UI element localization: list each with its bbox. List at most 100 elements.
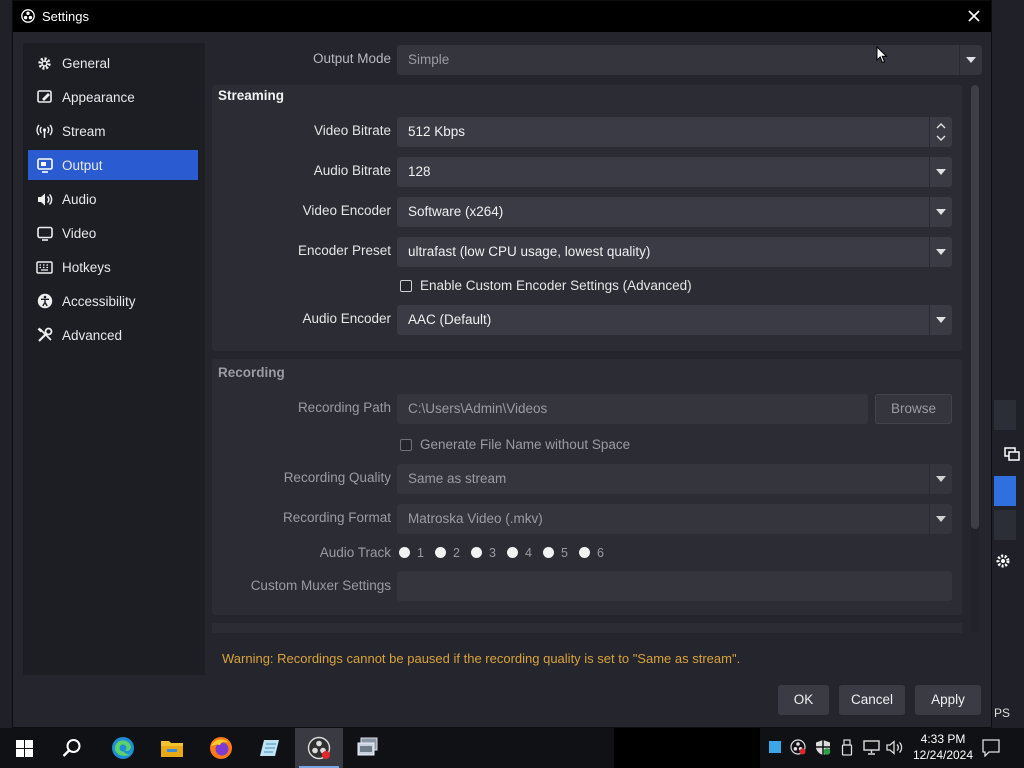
sidebar-item-label: Output (62, 157, 103, 173)
audio-encoder-dropdown[interactable]: AAC (Default) (397, 305, 952, 335)
recording-quality-value: Same as stream (408, 471, 507, 486)
sidebar-item-appearance[interactable]: Appearance (28, 82, 198, 112)
audio-track-radio-1[interactable] (399, 547, 410, 558)
recording-path-label: Recording Path (297, 400, 391, 415)
scrollbar-thumb[interactable] (971, 85, 979, 529)
replay-buffer-group-edge (212, 623, 962, 633)
windows-start-icon[interactable] (0, 728, 48, 768)
custom-muxer-input[interactable] (397, 571, 952, 601)
background-selected-item (994, 476, 1016, 506)
audio-track-radio-6[interactable] (579, 547, 590, 558)
chevron-down-icon (959, 45, 982, 75)
tools-icon (36, 327, 53, 344)
sidebar-item-label: Stream (62, 123, 106, 139)
file-explorer-icon[interactable] (148, 728, 196, 768)
recording-group-title: Recording (218, 365, 285, 380)
recording-path-input[interactable]: C:\Users\Admin\Videos (397, 394, 868, 424)
background-app-left (0, 0, 12, 728)
security-icon[interactable] (815, 739, 831, 761)
chevron-down-icon (929, 157, 952, 187)
recording-format-value: Matroska Video (.mkv) (408, 511, 543, 526)
audio-track-label-5: 5 (561, 546, 568, 560)
apply-button[interactable]: Apply (915, 685, 981, 715)
audio-track-radio-4[interactable] (507, 547, 518, 558)
audio-track-radio-2[interactable] (435, 547, 446, 558)
usb-icon[interactable] (841, 739, 853, 761)
encoder-preset-label: Encoder Preset (297, 243, 391, 258)
audio-track-radio-5[interactable] (543, 547, 554, 558)
audio-encoder-label: Audio Encoder (302, 311, 391, 326)
sidebar-item-accessibility[interactable]: Accessibility (28, 286, 198, 316)
gear-icon (36, 55, 53, 72)
output-mode-dropdown[interactable]: Simple (397, 45, 982, 75)
tray-app-icon[interactable] (769, 741, 781, 753)
audio-track-label: Audio Track (319, 545, 391, 560)
ok-button[interactable]: OK (778, 685, 829, 715)
bitrate-stepper[interactable] (929, 117, 952, 147)
audio-bitrate-value: 128 (408, 164, 431, 179)
streaming-group-title: Streaming (218, 88, 285, 103)
recording-quality-dropdown[interactable]: Same as stream (397, 464, 952, 494)
search-icon[interactable] (48, 728, 96, 768)
warning-text: Warning: Recordings cannot be paused if … (222, 651, 741, 666)
tray-obs-icon[interactable] (790, 739, 806, 760)
sidebar-item-label: Hotkeys (62, 259, 111, 275)
background-gear-icon (995, 553, 1011, 574)
custom-muxer-label: Custom Muxer Settings (250, 578, 391, 593)
sidebar-item-label: Advanced (62, 327, 123, 343)
browse-button[interactable]: Browse (875, 394, 952, 424)
audio-track-label-3: 3 (489, 546, 496, 560)
obs-icon[interactable] (295, 728, 343, 768)
recording-format-label: Recording Format (282, 510, 391, 525)
speaker-icon (36, 191, 53, 208)
encoder-preset-dropdown[interactable]: ultrafast (low CPU usage, lowest quality… (397, 237, 952, 267)
settings-window: Settings General Appearance Stream Outpu… (12, 0, 992, 728)
no-space-checkbox[interactable] (400, 439, 412, 451)
cancel-button[interactable]: Cancel (839, 685, 905, 715)
video-bitrate-label: Video Bitrate (313, 123, 391, 138)
settings-scrollbar[interactable] (971, 85, 979, 633)
audio-track-radio-3[interactable] (471, 547, 482, 558)
edge-icon[interactable] (99, 728, 147, 768)
chevron-down-icon (929, 305, 952, 335)
sidebar-item-advanced[interactable]: Advanced (28, 320, 198, 350)
appearance-icon (36, 89, 53, 106)
sidebar-item-audio[interactable]: Audio (28, 184, 198, 214)
output-mode-value: Simple (408, 52, 450, 67)
sidebar-item-stream[interactable]: Stream (28, 116, 198, 146)
accessibility-icon (36, 293, 53, 310)
clock-time: 4:33 PM (920, 732, 966, 746)
audio-track-label-1: 1 (417, 546, 424, 560)
custom-encoder-label: Enable Custom Encoder Settings (Advanced… (420, 278, 692, 293)
recording-format-dropdown[interactable]: Matroska Video (.mkv) (397, 504, 952, 534)
audio-track-label-4: 4 (525, 546, 532, 560)
sidebar-item-video[interactable]: Video (28, 218, 198, 248)
sidebar-item-label: General (62, 55, 111, 71)
custom-encoder-checkbox[interactable] (400, 280, 412, 292)
video-encoder-dropdown[interactable]: Software (x264) (397, 197, 952, 227)
network-icon[interactable] (863, 740, 880, 760)
video-bitrate-value: 512 Kbps (408, 124, 466, 139)
keyboard-icon (36, 259, 53, 276)
no-space-label: Generate File Name without Space (420, 437, 631, 452)
audio-bitrate-dropdown[interactable]: 128 (397, 157, 952, 187)
monitor-icon (36, 225, 53, 242)
sidebar-item-hotkeys[interactable]: Hotkeys (28, 252, 198, 282)
taskbar-clock[interactable]: 4:33 PM 12/24/2024 (910, 731, 976, 763)
volume-icon[interactable] (886, 740, 904, 760)
video-bitrate-spinbox[interactable]: 512 Kbps (397, 117, 952, 147)
app-icon[interactable] (344, 728, 392, 768)
chevron-down-icon (929, 464, 952, 494)
background-panels-icon (1004, 447, 1020, 466)
close-button[interactable] (963, 5, 985, 27)
notepad-icon[interactable] (246, 728, 294, 768)
settings-sidebar: General Appearance Stream Output Audio V… (23, 43, 205, 675)
sidebar-item-label: Appearance (62, 89, 135, 105)
sidebar-item-output[interactable]: Output (28, 150, 198, 180)
notifications-icon[interactable] (982, 739, 1000, 762)
firefox-icon[interactable] (197, 728, 245, 768)
taskbar: 4:33 PM 12/24/2024 (0, 728, 1024, 768)
sidebar-item-general[interactable]: General (28, 48, 198, 78)
obs-logo-icon (21, 9, 35, 23)
output-mode-label: Output Mode (312, 51, 391, 66)
